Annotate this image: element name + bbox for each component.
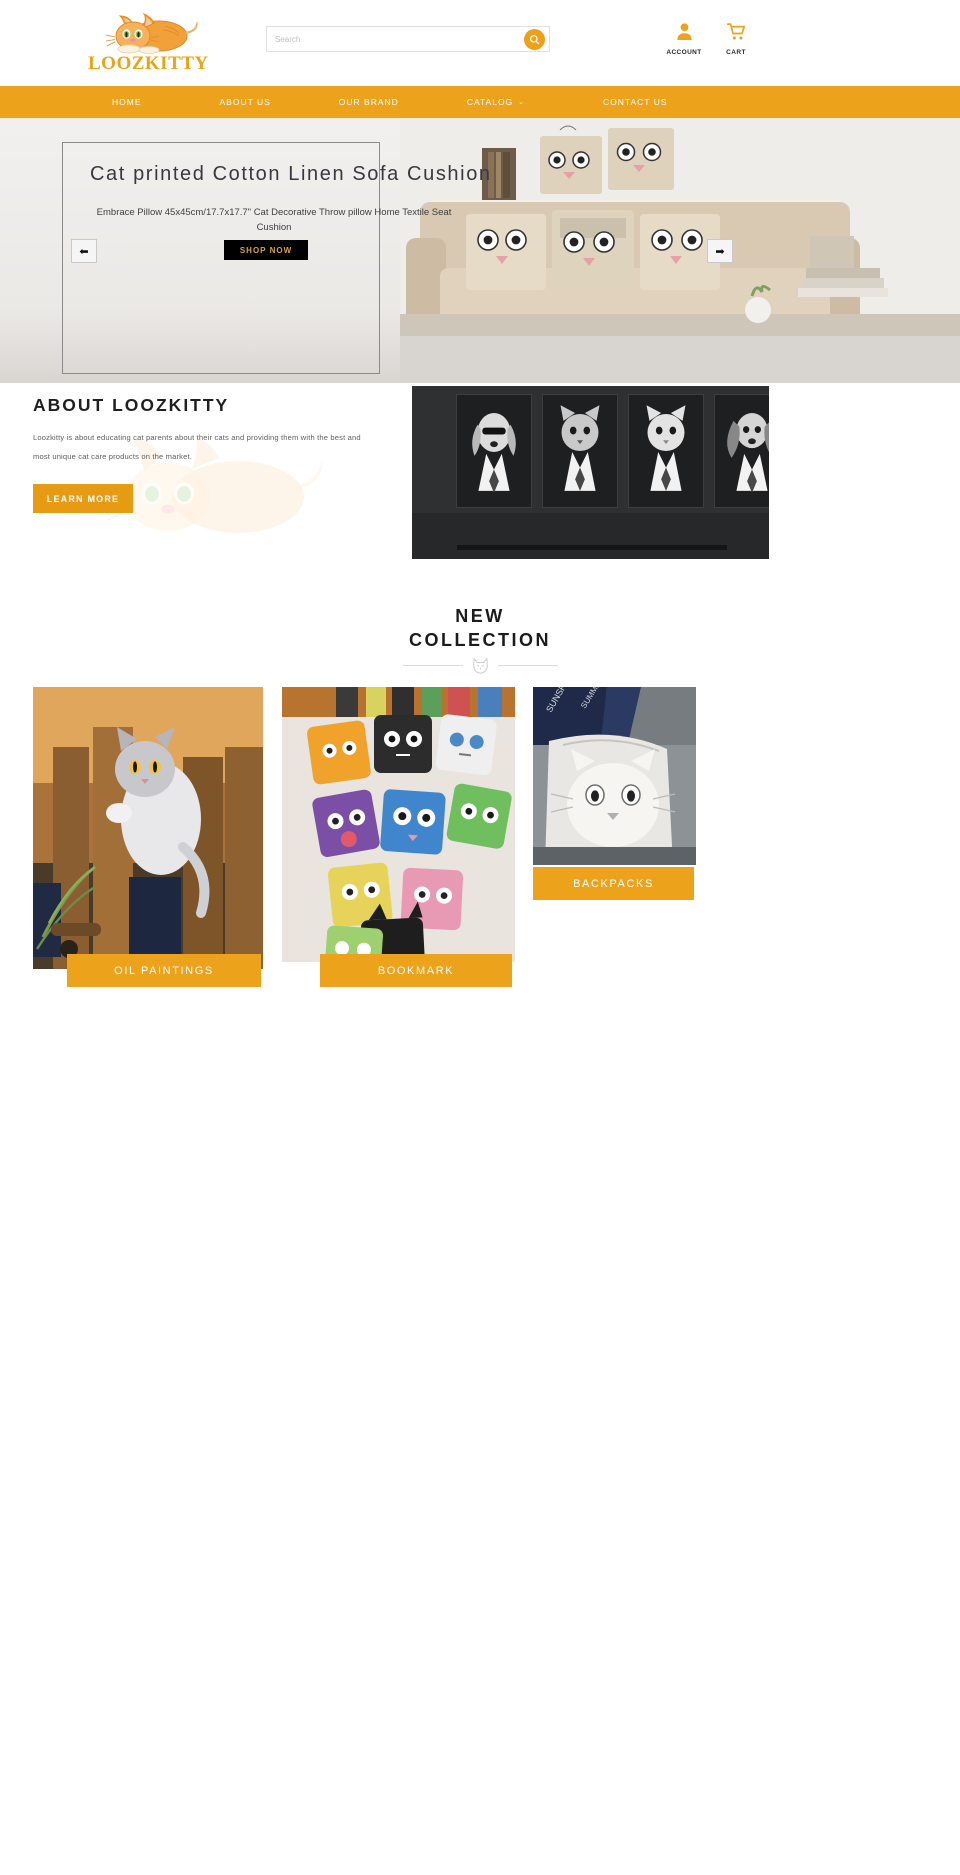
- white-cat-portrait-icon: [629, 395, 703, 507]
- card-image: [33, 687, 263, 969]
- nav-item-label: OUR BRAND: [338, 97, 399, 107]
- cat-logo-icon: [105, 12, 198, 54]
- search-icon: [530, 35, 540, 45]
- hero-subtitle: Embrace Pillow 45x45cm/17.7x17.7" Cat De…: [96, 207, 452, 233]
- carousel-next-button[interactable]: ➡: [707, 239, 733, 263]
- hero-title: Cat printed Cotton Linen Sofa Cushion: [90, 163, 492, 185]
- cart-button[interactable]: CART: [717, 22, 755, 56]
- beagle-portrait-icon: [457, 395, 531, 507]
- cat-oil-painting-image: [33, 687, 263, 969]
- nav-item-our-brand[interactable]: OUR BRAND: [339, 97, 399, 107]
- portrait-frame: [714, 394, 769, 508]
- hero-banner: Cat printed Cotton Linen Sofa Cushion Em…: [0, 118, 960, 383]
- nav-item-label: HOME: [112, 97, 142, 107]
- collection-title-line2: COLLECTION: [409, 630, 551, 650]
- card-label-oil-paintings[interactable]: OIL PAINTINGS: [67, 954, 261, 987]
- chevron-down-icon: ⌄: [518, 98, 526, 106]
- hero-sofa-image: [400, 118, 960, 383]
- image-bottom-bar: [457, 545, 727, 550]
- portrait-frame: [542, 394, 618, 508]
- logo-text: LOOZKITTY: [88, 53, 209, 74]
- nav-item-about-us[interactable]: ABOUT US: [220, 97, 271, 107]
- search-bar[interactable]: [266, 26, 550, 52]
- arrow-right-icon: ➡: [715, 245, 725, 258]
- collection-cards: OIL PAINTINGS BOOKMARK SUNSHINE SUMMER B…: [0, 687, 960, 1017]
- account-label: ACCOUNT: [666, 49, 702, 56]
- nav-item-label: CATALOG: [466, 97, 514, 107]
- portrait-frame: [456, 394, 532, 508]
- about-title: ABOUT LOOZKITTY: [33, 395, 230, 415]
- learn-more-button[interactable]: LEARN MORE: [33, 484, 133, 513]
- card-label-backpacks[interactable]: BACKPACKS: [533, 867, 694, 900]
- shop-now-button[interactable]: SHOP NOW: [224, 240, 308, 260]
- collection-card-backpacks[interactable]: SUNSHINE SUMMER BACKPACKS: [533, 687, 763, 917]
- divider-line-right: [497, 665, 558, 666]
- search-button[interactable]: [524, 29, 545, 50]
- account-button[interactable]: ACCOUNT: [663, 22, 705, 56]
- portrait-frame: [628, 394, 704, 508]
- about-image: [412, 386, 769, 559]
- spaniel-portrait-icon: [715, 395, 769, 507]
- collection-divider: [0, 656, 960, 675]
- card-image: [282, 687, 515, 962]
- arrow-left-icon: ⬅: [79, 245, 89, 258]
- collection-card-oil-paintings[interactable]: OIL PAINTINGS: [33, 687, 310, 987]
- nav-item-label: CONTACT US: [603, 97, 668, 107]
- collection-title-line1: NEW: [455, 606, 505, 626]
- nav-item-catalog[interactable]: CATALOG ⌄: [467, 97, 525, 107]
- cart-label: CART: [726, 49, 746, 56]
- collection-heading: NEW COLLECTION: [0, 588, 960, 675]
- site-header: LOOZKITTY ACCOUNT CART: [0, 0, 960, 86]
- image-floor-strip: [412, 513, 769, 559]
- about-section: ABOUT LOOZKITTY Loozkitty is about educa…: [0, 383, 960, 588]
- shopping-cart-icon: [726, 23, 746, 40]
- search-input[interactable]: [267, 27, 519, 51]
- logo[interactable]: LOOZKITTY: [88, 6, 208, 80]
- user-icon: [676, 23, 692, 40]
- new-collection-section: NEW COLLECTION OIL PAINTINGS BOOKMARK SU…: [0, 588, 960, 1017]
- nav-item-home[interactable]: HOME: [112, 97, 142, 107]
- main-navigation: HOME ABOUT US OUR BRAND CATALOG ⌄ CONTAC…: [0, 86, 960, 118]
- nav-item-label: ABOUT US: [219, 97, 271, 107]
- carousel-prev-button[interactable]: ⬅: [71, 239, 97, 263]
- cat-bookmarks-image: [282, 687, 515, 962]
- nav-item-contact-us[interactable]: CONTACT US: [603, 97, 667, 107]
- about-body-text: Loozkitty is about educating cat parents…: [33, 433, 361, 461]
- tabby-cat-portrait-icon: [543, 395, 617, 507]
- card-image: SUNSHINE SUMMER: [533, 687, 696, 865]
- card-label-bookmark[interactable]: BOOKMARK: [320, 954, 512, 987]
- cat-backpack-image: SUNSHINE SUMMER: [533, 687, 696, 865]
- collection-card-bookmark[interactable]: BOOKMARK: [282, 687, 562, 987]
- cat-head-outline-icon: [472, 657, 488, 674]
- divider-line-left: [402, 665, 463, 666]
